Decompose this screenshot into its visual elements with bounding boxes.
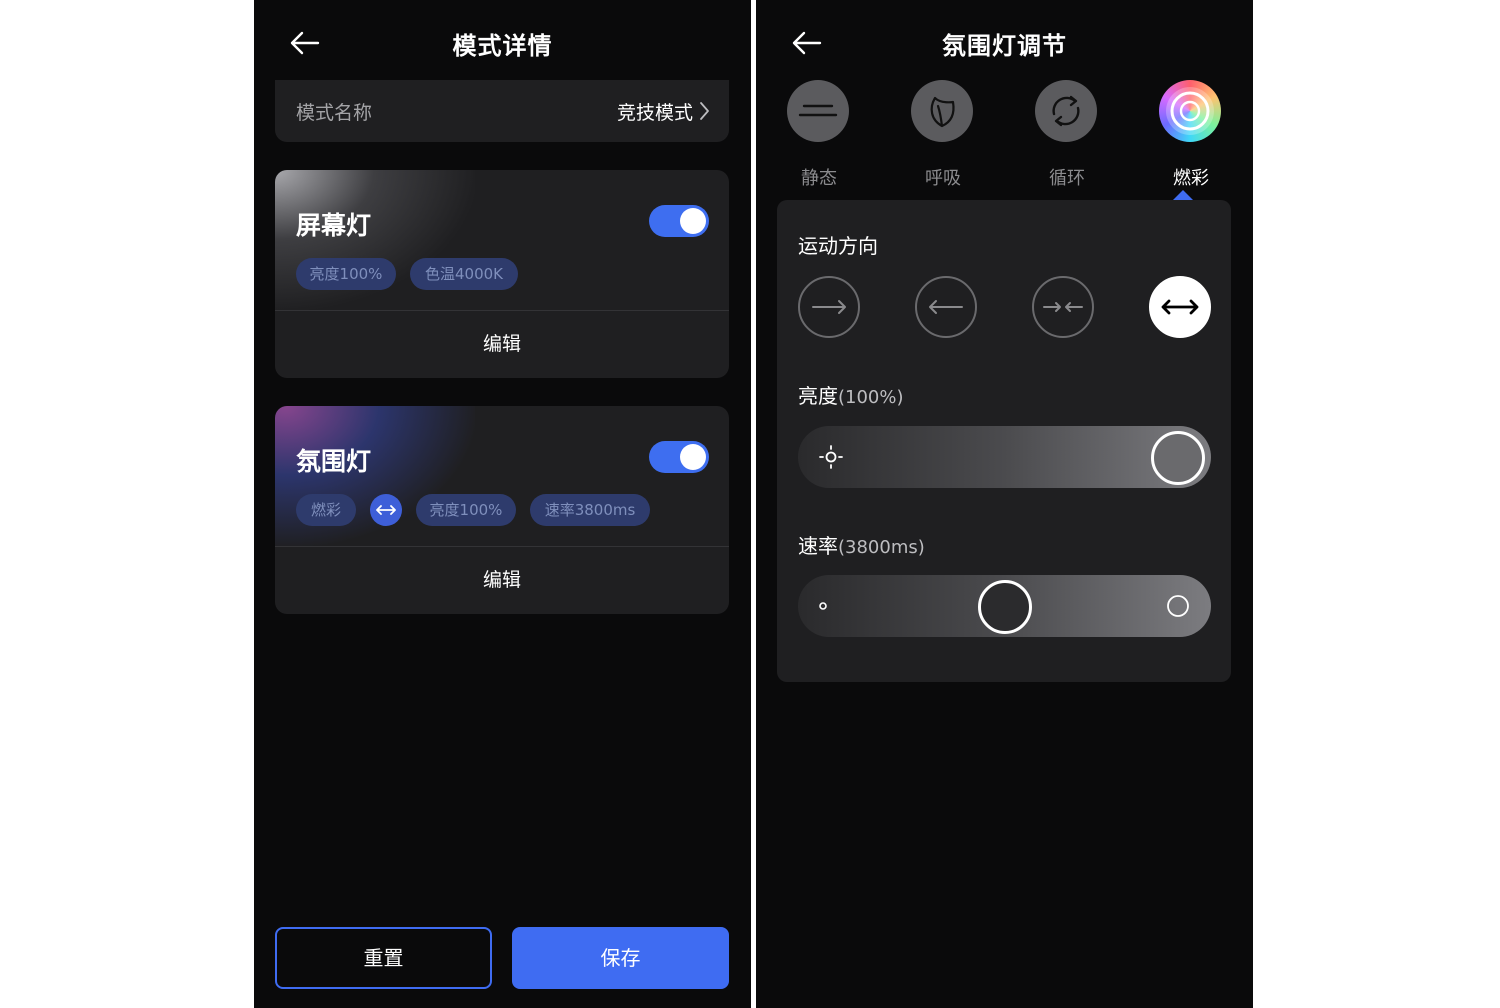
mode-static[interactable]: 静态 <box>787 80 851 189</box>
direction-outward-button[interactable] <box>1149 276 1211 338</box>
rainbow-ring-icon <box>1170 91 1210 131</box>
effect-settings-panel: 运动方向 亮度(100%) 速率(3800ms) <box>777 200 1231 682</box>
mode-vivid[interactable]: 燃彩 <box>1159 80 1223 189</box>
chevron-right-icon <box>700 102 709 120</box>
arrows-inward-icon <box>1043 302 1083 312</box>
top-bar: 氛围灯调节 <box>756 0 1253 80</box>
direction-right-button[interactable] <box>798 276 860 338</box>
effect-chip: 燃彩 <box>296 494 356 526</box>
mode-cycle[interactable]: 循环 <box>1035 80 1099 189</box>
mode-name-value: 竞技模式 <box>616 102 693 124</box>
direction-inward-button[interactable] <box>1032 276 1094 338</box>
brightness-slider[interactable] <box>798 426 1211 488</box>
direction-title: 运动方向 <box>798 234 878 258</box>
speed-slider-thumb[interactable] <box>977 580 1032 634</box>
speed-label: 速率 <box>798 534 838 558</box>
brightness-chip: 亮度100% <box>296 258 396 290</box>
speed-title: 速率(3800ms) <box>798 530 925 559</box>
brightness-label: 亮度 <box>798 384 838 408</box>
screen-light-card: 屏幕灯 亮度100% 色温4000K 编辑 <box>275 170 729 378</box>
bidirectional-arrow-icon <box>376 505 396 515</box>
brightness-slider-thumb[interactable] <box>1151 431 1205 485</box>
cycle-arrows-icon <box>1052 95 1080 127</box>
reset-button[interactable]: 重置 <box>275 927 492 989</box>
ambient-adjust-screen: 氛围灯调节 静态 呼吸 循环 燃彩 运动方向 亮度(100%) 速率(3800m… <box>756 0 1253 1008</box>
mode-breath[interactable]: 呼吸 <box>911 80 975 189</box>
mode-name-row[interactable]: 模式名称 竞技模式 <box>275 80 729 142</box>
sun-icon <box>819 445 843 469</box>
slow-dot-icon <box>819 602 827 610</box>
leaf-icon <box>930 96 955 128</box>
brightness-value: (100%) <box>838 387 904 408</box>
fast-circle-icon <box>1167 595 1189 617</box>
ambient-light-edit-button[interactable]: 编辑 <box>275 546 729 614</box>
save-button[interactable]: 保存 <box>512 927 729 989</box>
ambient-light-toggle[interactable] <box>649 441 709 473</box>
brightness-chip: 亮度100% <box>416 494 516 526</box>
direction-chip <box>370 494 402 526</box>
screen-light-toggle[interactable] <box>649 205 709 237</box>
mode-cycle-button[interactable] <box>1035 80 1097 142</box>
mode-vivid-label: 燃彩 <box>1173 168 1209 189</box>
toggle-knob <box>680 444 706 470</box>
speed-chip: 速率3800ms <box>530 494 650 526</box>
mode-name-label: 模式名称 <box>296 102 373 124</box>
mode-breath-label: 呼吸 <box>925 168 961 189</box>
mode-static-label: 静态 <box>801 168 837 189</box>
color-temp-chip: 色温4000K <box>410 258 518 290</box>
screen-light-edit-button[interactable]: 编辑 <box>275 310 729 378</box>
screen-light-title: 屏幕灯 <box>296 211 372 240</box>
speed-slider[interactable] <box>798 575 1211 637</box>
direction-left-button[interactable] <box>915 276 977 338</box>
brightness-title: 亮度(100%) <box>798 380 904 409</box>
ambient-light-card: 氛围灯 燃彩 亮度100% 速率3800ms 编辑 <box>275 406 729 614</box>
mode-static-button[interactable] <box>787 80 849 142</box>
page-title: 模式详情 <box>452 32 553 60</box>
arrows-outward-icon <box>1161 299 1199 315</box>
top-bar: 模式详情 <box>254 0 751 80</box>
mode-breath-button[interactable] <box>911 80 973 142</box>
arrow-right-icon <box>812 300 846 314</box>
static-lines-icon <box>798 104 838 117</box>
arrow-left-icon <box>929 300 963 314</box>
speed-value: (3800ms) <box>838 537 925 558</box>
mode-detail-screen: 模式详情 模式名称 竞技模式 屏幕灯 亮度100% 色温4000K 编辑 氛围灯… <box>254 0 751 1008</box>
page-title: 氛围灯调节 <box>942 32 1067 60</box>
mode-vivid-button[interactable] <box>1159 80 1221 142</box>
ambient-light-title: 氛围灯 <box>296 447 372 476</box>
mode-cycle-label: 循环 <box>1049 168 1085 189</box>
toggle-knob <box>680 208 706 234</box>
